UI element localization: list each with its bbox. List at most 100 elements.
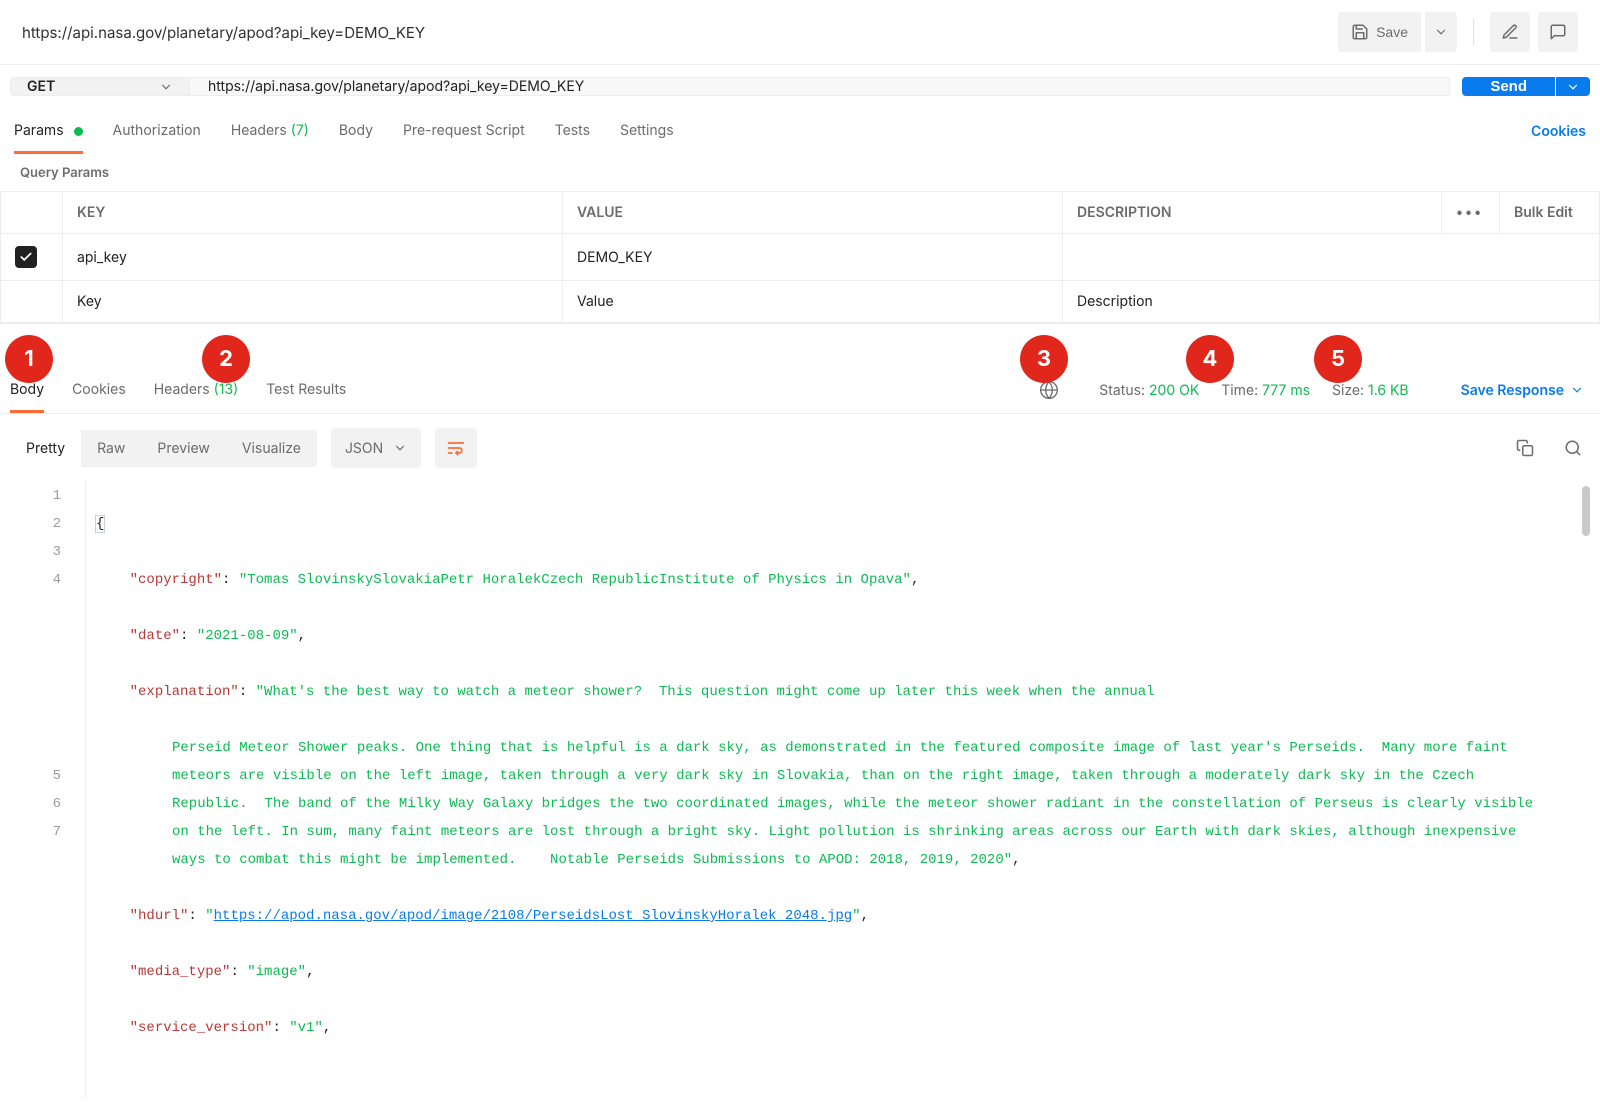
titlebar: https://api.nasa.gov/planetary/apod?api_… (0, 0, 1600, 65)
save-button-label: Save (1376, 24, 1408, 40)
request-tabs: Params Authorization Headers (7) Body Pr… (0, 108, 1600, 155)
format-dropdown[interactable]: JSON (331, 428, 421, 468)
save-dropdown-button[interactable] (1425, 12, 1457, 52)
tab-authorization[interactable]: Authorization (113, 108, 201, 154)
response-tab-cookies[interactable]: Cookies (72, 367, 126, 413)
tab-tests[interactable]: Tests (555, 108, 590, 154)
size-meta: Size: 1.6 KB (1332, 382, 1409, 399)
status-meta: Status: 200 OK (1099, 382, 1199, 399)
json-key: "copyright" (130, 572, 222, 588)
title-actions: Save (1338, 12, 1578, 52)
json-key: "date" (130, 628, 180, 644)
tab-headers-count: (7) (291, 122, 309, 139)
request-row: GET https://api.nasa.gov/planetary/apod?… (0, 65, 1600, 108)
json-key: "explanation" (130, 684, 239, 700)
time-meta: Time: 777 ms (1221, 382, 1310, 399)
wrap-lines-button[interactable] (435, 428, 477, 468)
col-more-header[interactable]: ••• (1442, 192, 1500, 234)
cookies-link[interactable]: Cookies (1531, 109, 1586, 154)
save-response-button[interactable]: Save Response (1461, 382, 1590, 399)
col-desc-header: DESCRIPTION (1063, 192, 1442, 234)
size-label: Size: (1332, 382, 1364, 399)
copy-icon (1516, 439, 1534, 457)
mode-visualize[interactable]: Visualize (226, 430, 317, 467)
row-desc[interactable] (1063, 234, 1600, 281)
method-label: GET (27, 78, 55, 95)
response-tab-headers-count: (13) (214, 381, 239, 398)
method-select[interactable]: GET (10, 77, 190, 96)
json-value-continuation: Perseid Meteor Shower peaks. One thing t… (172, 740, 1541, 868)
tab-settings[interactable]: Settings (620, 108, 674, 154)
row-checkbox-empty (1, 281, 63, 323)
json-quote: " (852, 908, 860, 924)
scrollbar-thumb[interactable] (1582, 486, 1590, 536)
save-icon (1351, 23, 1369, 41)
more-icon: ••• (1456, 204, 1483, 221)
row-value[interactable]: DEMO_KEY (563, 234, 1063, 281)
code-pane: 1234 567 { "copyright": "Tomas Slovinsky… (0, 482, 1600, 1106)
row-key-placeholder[interactable]: Key (63, 281, 563, 323)
view-mode-segment: Pretty Raw Preview Visualize (10, 430, 317, 467)
bulk-edit-link[interactable]: Bulk Edit (1500, 192, 1600, 234)
annotation-badge-1: 1 (5, 335, 53, 383)
table-row-empty: Key Value Description (1, 281, 1600, 323)
row-key[interactable]: api_key (63, 234, 563, 281)
json-key: "media_type" (130, 964, 231, 980)
chevron-down-icon (1570, 383, 1584, 397)
tab-params[interactable]: Params (14, 108, 83, 154)
tab-body[interactable]: Body (339, 108, 373, 154)
send-dropdown-button[interactable] (1556, 77, 1590, 96)
json-link[interactable]: https://apod.nasa.gov/apod/image/2108/Pe… (214, 908, 853, 924)
response-tab-headers-label: Headers (154, 381, 210, 398)
url-input[interactable]: https://api.nasa.gov/planetary/apod?api_… (190, 77, 1450, 96)
save-button[interactable]: Save (1338, 12, 1421, 52)
tab-prerequest[interactable]: Pre-request Script (403, 108, 525, 154)
request-title: https://api.nasa.gov/planetary/apod?api_… (22, 23, 425, 42)
mode-raw[interactable]: Raw (81, 430, 141, 467)
edit-button[interactable] (1490, 12, 1530, 52)
json-value: "Tomas SlovinskySlovakiaPetr HoralekCzec… (239, 572, 911, 588)
format-label: JSON (345, 440, 383, 457)
send-button[interactable]: Send (1462, 77, 1555, 96)
active-indicator-dot (74, 127, 83, 136)
row-value-placeholder[interactable]: Value (563, 281, 1063, 323)
divider (1473, 19, 1474, 45)
tab-headers-label: Headers (231, 122, 287, 139)
json-key: "service_version" (130, 1020, 273, 1036)
json-value: "2021-08-09" (197, 628, 298, 644)
send-wrap: Send (1462, 77, 1590, 96)
json-quote: " (205, 908, 213, 924)
row-checkbox-cell[interactable] (1, 234, 63, 281)
search-icon (1564, 439, 1582, 457)
comment-button[interactable] (1538, 12, 1578, 52)
mode-preview[interactable]: Preview (141, 430, 226, 467)
table-row: api_key DEMO_KEY (1, 234, 1600, 281)
annotation-badge-2: 2 (202, 335, 250, 383)
mode-pretty[interactable]: Pretty (10, 430, 81, 467)
body-toolbar: Pretty Raw Preview Visualize JSON (0, 414, 1600, 482)
col-value-header: VALUE (563, 192, 1063, 234)
network-icon[interactable] (1039, 380, 1059, 400)
chevron-down-icon (393, 441, 407, 455)
params-table: KEY VALUE DESCRIPTION ••• Bulk Edit api_… (0, 191, 1600, 323)
chevron-down-icon (1434, 25, 1448, 39)
save-response-label: Save Response (1461, 382, 1564, 399)
json-key: "hdurl" (130, 908, 189, 924)
size-value: 1.6 KB (1368, 382, 1409, 399)
pencil-icon (1501, 23, 1519, 41)
annotation-badge-3: 3 (1020, 335, 1068, 383)
chevron-down-icon (159, 80, 173, 94)
response-meta: Status: 200 OK Time: 777 ms Size: 1.6 KB (1099, 382, 1408, 399)
response-tab-testresults[interactable]: Test Results (266, 367, 346, 413)
url-text: https://api.nasa.gov/planetary/apod?api_… (208, 78, 584, 95)
copy-button[interactable] (1508, 431, 1542, 465)
json-value: "What's the best way to watch a meteor s… (256, 684, 1155, 700)
comment-icon (1549, 23, 1567, 41)
annotation-badge-4: 4 (1186, 335, 1234, 383)
search-button[interactable] (1556, 431, 1590, 465)
json-value: "image" (247, 964, 306, 980)
query-params-label: Query Params (0, 155, 1600, 191)
annotation-badge-5: 5 (1314, 335, 1362, 383)
row-desc-placeholder[interactable]: Description (1063, 281, 1600, 323)
tab-headers[interactable]: Headers (7) (231, 108, 309, 154)
